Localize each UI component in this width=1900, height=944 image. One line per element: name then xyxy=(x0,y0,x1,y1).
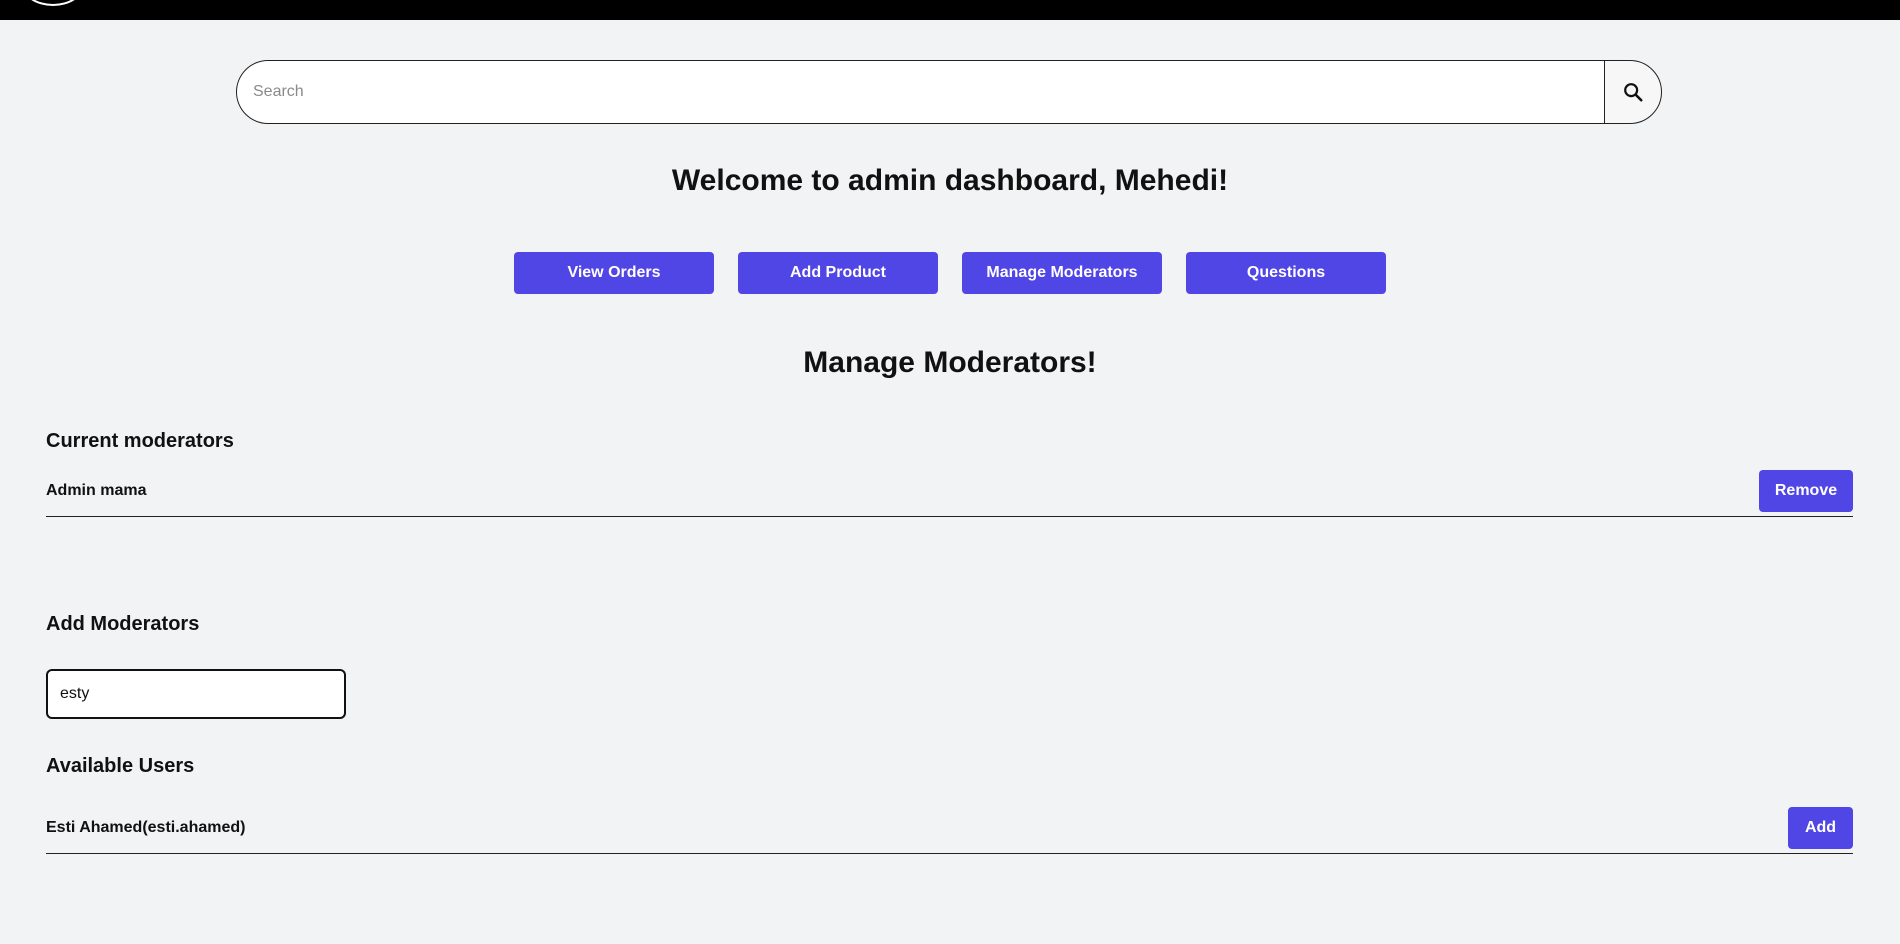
moderator-row: Admin mama Remove xyxy=(46,470,1853,517)
available-users-heading: Available Users xyxy=(46,755,195,777)
search-input[interactable] xyxy=(236,60,1604,124)
top-navbar xyxy=(0,0,1900,20)
view-orders-button[interactable]: View Orders xyxy=(514,252,714,294)
add-user-button[interactable]: Add xyxy=(1788,807,1853,849)
logo-icon[interactable] xyxy=(22,0,84,6)
add-moderators-heading: Add Moderators xyxy=(46,613,200,635)
page-title: Manage Moderators! xyxy=(803,346,1097,379)
add-product-button[interactable]: Add Product xyxy=(738,252,938,294)
dashboard-nav: View Orders Add Product Manage Moderator… xyxy=(514,252,1386,294)
user-name: Esti Ahamed(esti.ahamed) xyxy=(46,819,246,836)
questions-button[interactable]: Questions xyxy=(1186,252,1386,294)
current-moderators-heading: Current moderators xyxy=(46,430,234,452)
search-bar xyxy=(236,60,1662,124)
moderator-name: Admin mama xyxy=(46,482,147,499)
remove-moderator-button[interactable]: Remove xyxy=(1759,470,1853,512)
welcome-heading: Welcome to admin dashboard, Mehedi! xyxy=(671,164,1229,197)
user-row: Esti Ahamed(esti.ahamed) Add xyxy=(46,807,1853,854)
search-icon xyxy=(1624,83,1643,102)
add-moderator-input[interactable] xyxy=(46,669,346,719)
search-button[interactable] xyxy=(1604,60,1662,124)
manage-moderators-button[interactable]: Manage Moderators xyxy=(962,252,1162,294)
